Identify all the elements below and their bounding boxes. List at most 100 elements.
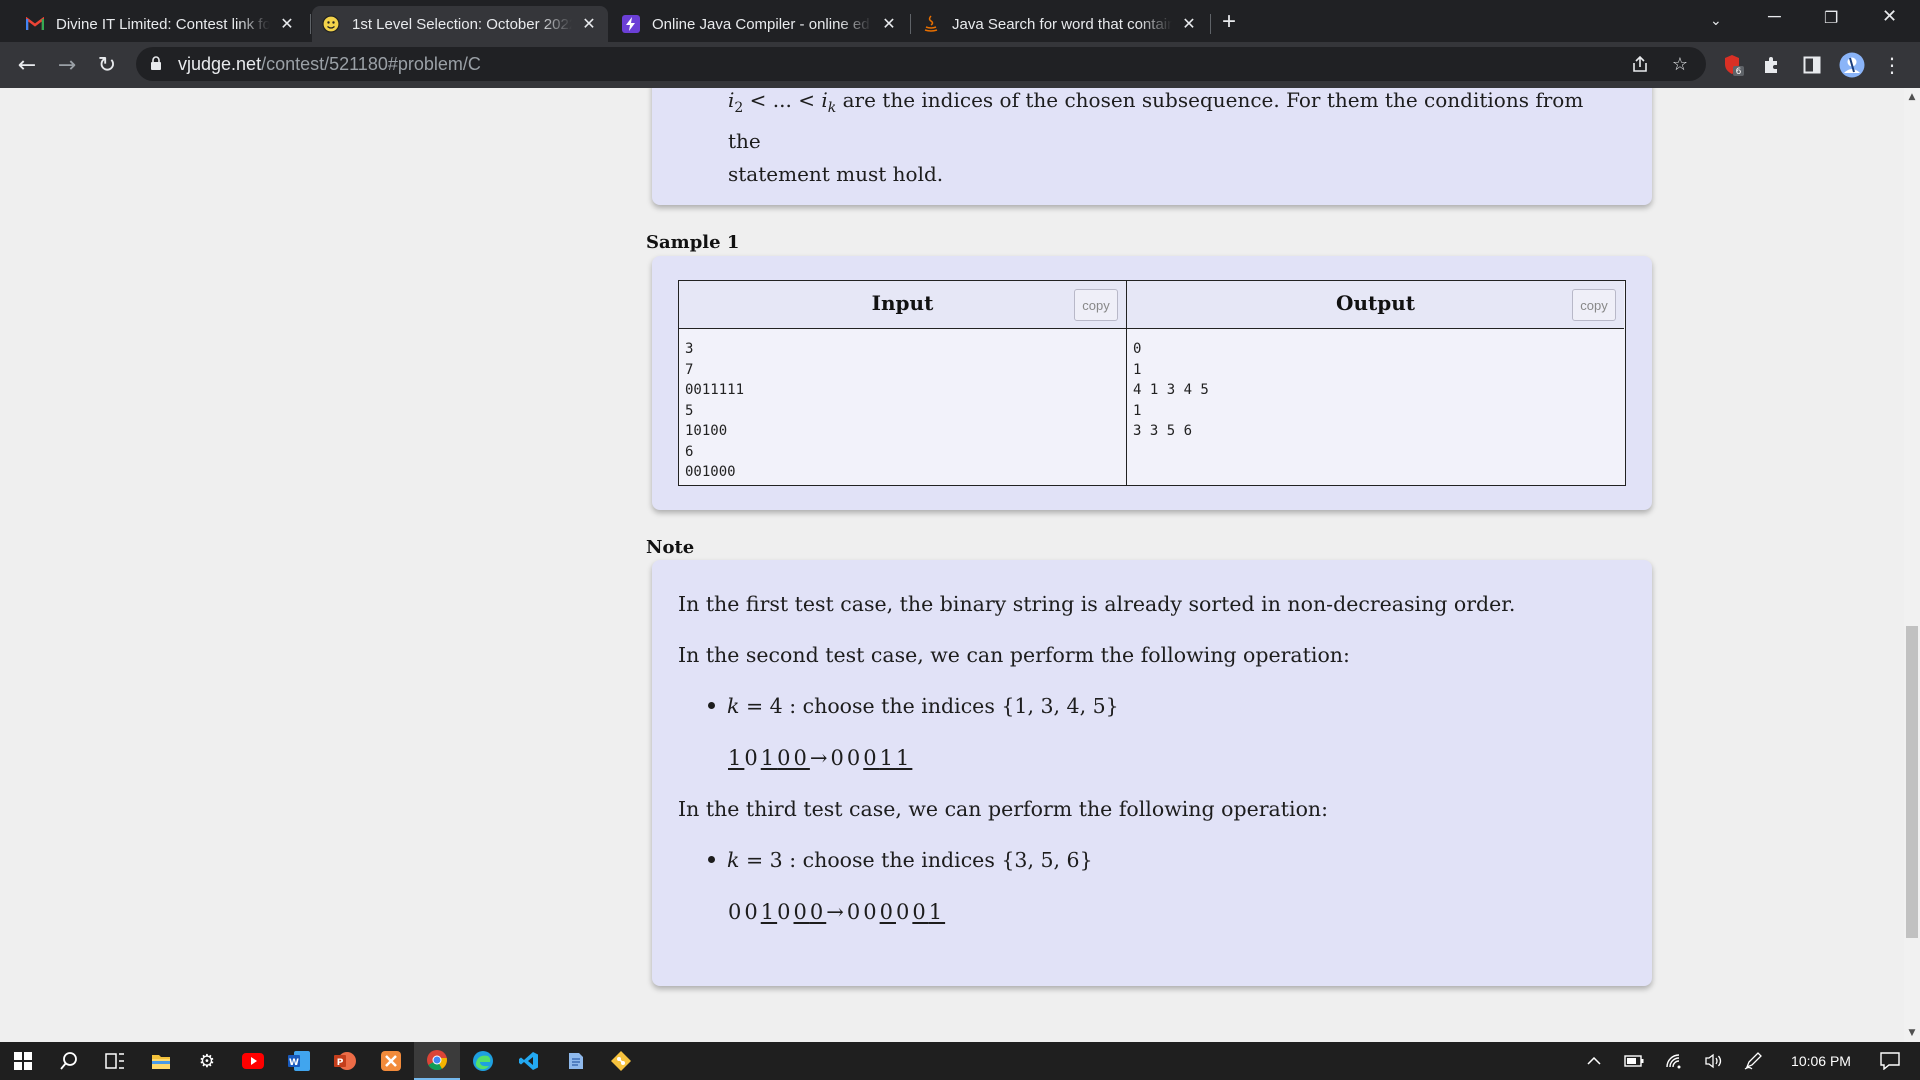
app-icon[interactable]: [368, 1042, 414, 1080]
notification-icon[interactable]: [1868, 1042, 1912, 1080]
statement-card: i2 < ... < ik are the indices of the cho…: [652, 88, 1652, 205]
tab-divider: [910, 14, 911, 34]
wifi-icon[interactable]: [1658, 1042, 1690, 1080]
edge-icon[interactable]: [460, 1042, 506, 1080]
reload-button[interactable]: ↻: [92, 50, 122, 80]
menu-kebab-icon[interactable]: ⋮: [1878, 51, 1906, 79]
search-icon[interactable]: [46, 1042, 92, 1080]
bullet-dot: [708, 702, 715, 709]
share-icon[interactable]: [1626, 50, 1654, 78]
bit-digit: 0: [777, 746, 794, 770]
url-path: /contest/521180#problem/C: [261, 54, 481, 74]
copy-output-button[interactable]: copy: [1572, 289, 1616, 321]
bit-digit: 0: [793, 900, 810, 924]
vscode-icon[interactable]: [506, 1042, 552, 1080]
lock-icon[interactable]: [150, 55, 162, 71]
bit-digit: 0: [863, 746, 880, 770]
tab-gmail[interactable]: Divine IT Limited: Contest link for ✕: [16, 6, 306, 42]
close-window-button[interactable]: ✕: [1882, 6, 1897, 27]
output-line: 1: [1133, 402, 1142, 419]
sample-io-table: Input copy 3 7 0011111 5 10100 6 001000 Output…: [678, 280, 1626, 486]
extension-shield-icon[interactable]: 6: [1720, 51, 1748, 79]
tab-search-icon[interactable]: ⌄: [1710, 12, 1722, 29]
statement-line: are the indices of the chosen subsequenc…: [728, 88, 1584, 153]
bit-digit: 0: [793, 746, 810, 770]
sample-card: Input copy 3 7 0011111 5 10100 6 001000 Output…: [652, 256, 1652, 510]
math-eq: = 4 :: [739, 694, 803, 718]
notepad-icon[interactable]: [552, 1042, 598, 1080]
side-panel-icon[interactable]: [1798, 51, 1826, 79]
task-view-icon[interactable]: [92, 1042, 138, 1080]
back-button[interactable]: ←: [12, 50, 42, 80]
math-relation: < ... <: [743, 88, 822, 112]
input-column: Input copy 3 7 0011111 5 10100 6 001000: [679, 281, 1127, 485]
bit-digit: 0: [846, 900, 864, 924]
gmail-icon: [26, 15, 44, 33]
output-column: Output copy 0 1 4 1 3 4 5 1 3 3 5 6: [1127, 281, 1624, 485]
close-icon[interactable]: ✕: [580, 14, 598, 34]
profile-avatar[interactable]: [1838, 51, 1866, 79]
new-tab-button[interactable]: +: [1222, 8, 1236, 36]
math-sub: 2: [734, 100, 744, 116]
bit-digit: 1: [879, 746, 896, 770]
battery-icon[interactable]: [1618, 1042, 1650, 1080]
file-explorer-icon[interactable]: [138, 1042, 184, 1080]
note-heading: Note: [646, 537, 695, 558]
output-label: Output: [1336, 291, 1415, 315]
arrow-icon: →: [809, 746, 828, 770]
browser-toolbar: ← → ↻ vjudge.net/contest/521180#problem/…: [0, 42, 1920, 88]
restore-button[interactable]: ❐: [1824, 8, 1838, 28]
input-header: Input copy: [679, 281, 1126, 329]
volume-icon[interactable]: [1698, 1042, 1730, 1080]
close-icon[interactable]: ✕: [278, 14, 296, 34]
scroll-up-icon[interactable]: ▲: [1907, 92, 1917, 102]
output-line: 1: [1133, 361, 1142, 378]
scroll-down-icon[interactable]: ▼: [1907, 1028, 1917, 1038]
scrollbar-thumb[interactable]: [1906, 626, 1918, 938]
bit-digit: 0: [895, 900, 913, 924]
bit-digit: 0: [744, 900, 761, 924]
bit-digit: 0: [846, 746, 864, 770]
address-bar[interactable]: vjudge.net/contest/521180#problem/C ☆: [136, 47, 1706, 81]
tab-vjudge[interactable]: 1st Level Selection: October 2022 ✕: [312, 6, 608, 42]
windows-start-icon[interactable]: [0, 1042, 46, 1080]
tab-java-search[interactable]: Java Search for word that contain ✕: [912, 6, 1208, 42]
input-data: 3 7 0011111 5 10100 6 001000: [685, 339, 744, 483]
url-host: vjudge.net: [178, 54, 262, 74]
output-line: 0: [1133, 341, 1142, 357]
bit-digit: 0: [809, 900, 827, 924]
tab-java-compiler[interactable]: Online Java Compiler - online ed ✕: [612, 6, 908, 42]
copy-input-button[interactable]: copy: [1074, 289, 1118, 321]
bit-digit: 0: [912, 900, 929, 924]
word-icon[interactable]: W: [276, 1042, 322, 1080]
forward-button[interactable]: →: [52, 50, 82, 80]
youtube-icon[interactable]: [230, 1042, 276, 1080]
powerpoint-icon[interactable]: P: [322, 1042, 368, 1080]
output-header: Output copy: [1127, 281, 1624, 329]
bit-digit: 0: [879, 900, 896, 924]
minimize-button[interactable]: ─: [1768, 6, 1781, 27]
url-text[interactable]: vjudge.net/contest/521180#problem/C: [178, 54, 481, 75]
settings-icon[interactable]: ⚙: [184, 1042, 230, 1080]
extensions-puzzle-icon[interactable]: [1758, 51, 1786, 79]
input-line: 7: [685, 361, 694, 378]
tray-chevron-up-icon[interactable]: [1578, 1042, 1610, 1080]
vertical-scrollbar[interactable]: ▲ ▼: [1904, 88, 1920, 1042]
close-icon[interactable]: ✕: [880, 14, 898, 34]
extension-badge: 6: [1736, 67, 1742, 77]
bookmark-star-icon[interactable]: ☆: [1666, 50, 1694, 78]
bit-digit: 0: [744, 746, 761, 770]
pen-icon[interactable]: [1738, 1042, 1770, 1080]
clock-time[interactable]: 10:06 PM: [1776, 1042, 1866, 1080]
bit-digit: 0: [863, 900, 880, 924]
close-icon[interactable]: ✕: [1180, 14, 1198, 34]
tab-title: Online Java Compiler - online ed: [652, 15, 870, 33]
git-icon[interactable]: [598, 1042, 644, 1080]
bit-digit: 1: [928, 900, 946, 924]
input-label: Input: [871, 291, 934, 315]
bit-digit: 1: [728, 746, 745, 770]
output-line: 3 3 5 6: [1133, 423, 1193, 439]
math-sub: k: [827, 100, 837, 116]
chrome-icon[interactable]: [414, 1042, 460, 1080]
input-line: 6: [685, 443, 694, 460]
